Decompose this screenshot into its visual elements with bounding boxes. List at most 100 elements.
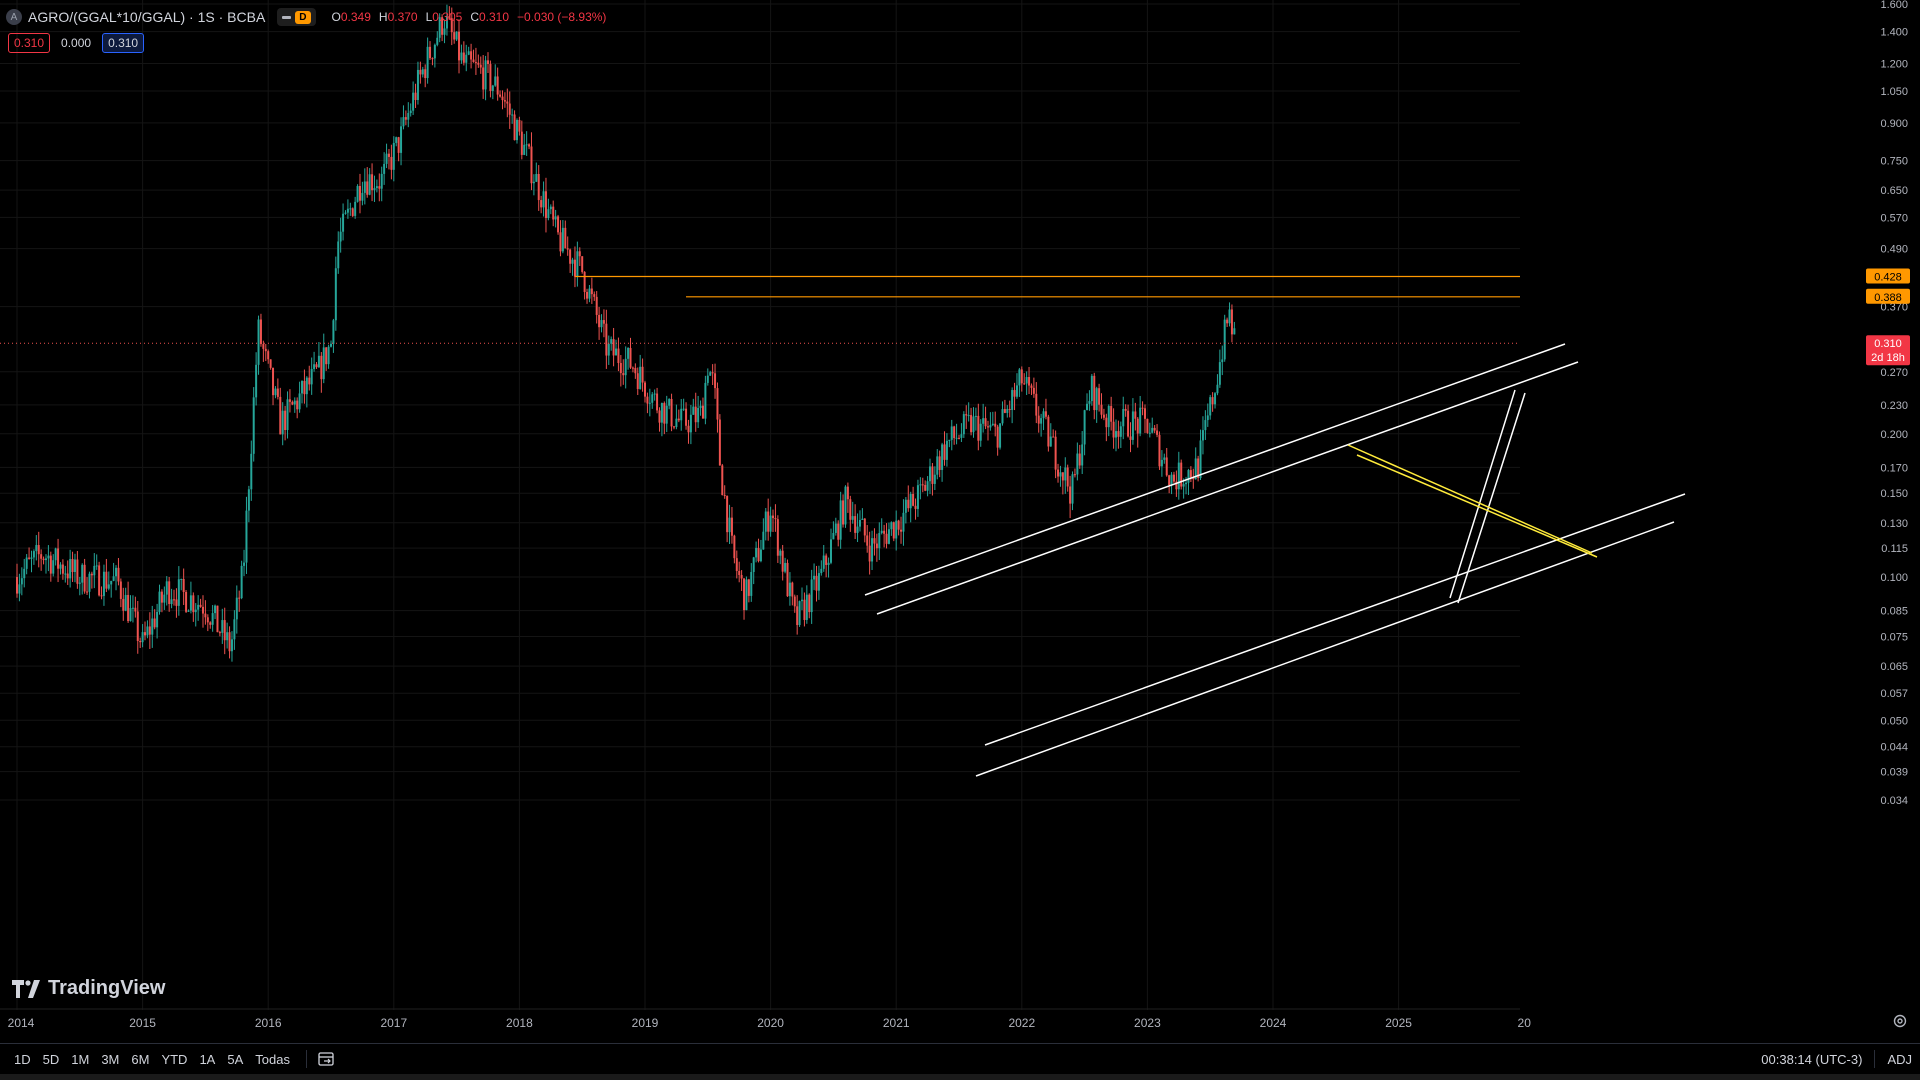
candle-body xyxy=(1015,385,1018,397)
candle-body xyxy=(972,416,975,433)
range-5d[interactable]: 5D xyxy=(37,1052,66,1067)
settings-gear-icon[interactable] xyxy=(1892,1013,1908,1029)
candle-body xyxy=(511,114,514,116)
trendline[interactable] xyxy=(864,343,1566,596)
range-3m[interactable]: 3M xyxy=(95,1052,125,1067)
candle-body xyxy=(530,146,533,184)
candle-body xyxy=(361,192,364,201)
candle-body xyxy=(581,256,584,272)
candle-body xyxy=(953,426,956,439)
candle-body xyxy=(470,51,473,60)
range-todas[interactable]: Todas xyxy=(249,1052,296,1067)
candle-body xyxy=(892,522,895,539)
time-tick-label: 20 xyxy=(1518,1016,1532,1030)
candle-body xyxy=(1177,462,1180,490)
candle-body xyxy=(544,191,547,218)
candle-body xyxy=(1127,410,1130,437)
candle-body xyxy=(931,466,934,484)
symbol-title[interactable]: AGRO/(GGAL*10/GGAL) · 1S · BCBA xyxy=(28,9,265,25)
time-tick-label: 2024 xyxy=(1260,1016,1287,1030)
candle-body xyxy=(936,456,939,475)
candle-body xyxy=(868,545,871,562)
candle-body xyxy=(1226,319,1229,324)
candle-body xyxy=(255,364,258,398)
candle-body xyxy=(52,560,55,574)
range-6m[interactable]: 6M xyxy=(125,1052,155,1067)
candle-body xyxy=(1214,393,1217,405)
candle-body xyxy=(342,213,345,232)
candle-body xyxy=(349,208,352,210)
candle-body xyxy=(141,632,144,643)
candle-body xyxy=(102,571,105,596)
clock-timezone[interactable]: 00:38:14 (UTC-3) xyxy=(1761,1052,1862,1067)
goto-date-icon[interactable] xyxy=(317,1050,335,1068)
candle-body xyxy=(535,173,538,182)
price-tick-label: 0.115 xyxy=(1881,543,1908,555)
candle-body xyxy=(1180,462,1183,487)
candle-body xyxy=(310,368,313,385)
candle-body xyxy=(999,423,1002,448)
candle-body xyxy=(390,156,393,170)
candle-body xyxy=(670,399,673,427)
candle-body xyxy=(586,292,589,299)
time-axis[interactable]: 2014 2015 2016 2017 2018 2019 2020 2021 2022 2023… xyxy=(0,1008,1532,1030)
price-axis-bg xyxy=(1521,0,1920,1022)
candle-body xyxy=(984,418,987,427)
candle-body xyxy=(1230,309,1233,335)
candle-body xyxy=(472,59,475,63)
candle-body xyxy=(1160,459,1163,467)
candle-body xyxy=(129,608,132,622)
time-tick-label: 2017 xyxy=(380,1016,407,1030)
price-tick-label: 0.039 xyxy=(1880,767,1908,779)
candle-body xyxy=(564,227,567,249)
candle-body xyxy=(933,474,936,484)
candle-body xyxy=(796,606,799,626)
candle-body xyxy=(588,288,591,299)
range-ytd[interactable]: YTD xyxy=(155,1052,193,1067)
candle-body xyxy=(44,558,47,561)
candle-body xyxy=(803,599,806,620)
time-tick-label: 2021 xyxy=(883,1016,910,1030)
candle-body xyxy=(426,46,429,79)
horizontal-levels[interactable] xyxy=(0,275,1520,344)
candle-body xyxy=(525,144,528,146)
candle-body xyxy=(1141,407,1144,409)
candle-body xyxy=(226,632,229,641)
candle-body xyxy=(1134,411,1137,419)
price-tick-label: 0.570 xyxy=(1880,212,1908,224)
price-tag-label: 0.428 xyxy=(1874,272,1902,284)
interval-badge: D xyxy=(295,10,311,24)
tradingview-logo[interactable]: TradingView xyxy=(12,977,165,1000)
candle-body xyxy=(409,110,412,114)
candle-body xyxy=(810,579,813,613)
price-tick-label: 0.050 xyxy=(1880,715,1908,727)
sell-button[interactable]: 0.310 xyxy=(8,33,51,53)
price-chart[interactable]: 1.600 1.400 1.200 1.050 0.900 0.750 0.650 0.570… xyxy=(0,0,1920,1043)
candle-body xyxy=(1221,359,1224,363)
range-1d[interactable]: 1D xyxy=(8,1052,37,1067)
symbol-logo-icon: A xyxy=(6,9,22,25)
range-1a[interactable]: 1A xyxy=(193,1052,221,1067)
candle-body xyxy=(156,611,159,628)
range-1m[interactable]: 1M xyxy=(65,1052,95,1067)
price-axis[interactable]: 1.600 1.400 1.200 1.050 0.900 0.750 0.650 0.570… xyxy=(1521,0,1920,1022)
candle-body xyxy=(508,103,511,115)
candle-body xyxy=(672,426,675,428)
candle-body xyxy=(1028,377,1031,386)
candle-body xyxy=(274,388,277,396)
candle-body xyxy=(216,605,219,633)
candle-body xyxy=(281,410,284,435)
candle-body xyxy=(151,618,154,635)
candle-body xyxy=(839,500,842,540)
range-5a[interactable]: 5A xyxy=(221,1052,249,1067)
candle-body xyxy=(1139,407,1142,434)
interval-pill[interactable]: D xyxy=(277,8,316,26)
symbol-header[interactable]: A AGRO/(GGAL*10/GGAL) · 1S · BCBA D O0.3… xyxy=(6,6,606,28)
adjust-toggle[interactable]: ADJ xyxy=(1887,1052,1912,1067)
trendline[interactable] xyxy=(876,361,1579,615)
candle-body xyxy=(136,611,139,642)
candle-body xyxy=(631,367,634,369)
buy-button[interactable]: 0.310 xyxy=(102,33,145,53)
candle-body xyxy=(641,366,644,383)
candle-body xyxy=(883,530,886,534)
